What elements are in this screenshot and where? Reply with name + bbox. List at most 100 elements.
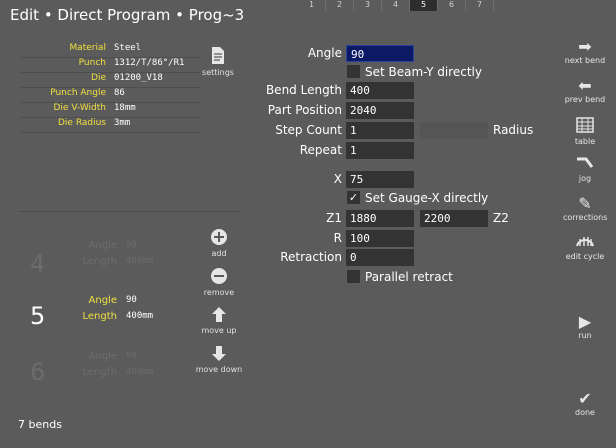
param-value: 86: [114, 88, 125, 98]
repeat-label: Repeat: [299, 143, 342, 157]
cycle-icon: [563, 234, 607, 252]
step-count-label: Step Count: [275, 123, 342, 137]
retraction-label: Retraction: [280, 250, 342, 264]
param-value: Steel: [114, 43, 142, 53]
radius-field: [420, 122, 488, 139]
bend-length-label: Bend Length: [265, 83, 342, 97]
param-die-radius: Die Radius 3mm: [20, 117, 200, 133]
table-button[interactable]: table: [563, 117, 607, 146]
tab-2[interactable]: 2: [326, 0, 354, 11]
param-punch-angle: Punch Angle 86: [20, 87, 200, 103]
run-button[interactable]: ▶ run: [563, 312, 607, 341]
param-label: Die: [91, 73, 106, 83]
param-material: Material Steel: [20, 42, 200, 58]
settings-button[interactable]: settings: [200, 46, 236, 77]
minus-circle-icon: [211, 268, 227, 284]
part-position-field[interactable]: 2040: [346, 102, 414, 119]
plus-circle-icon: [211, 229, 227, 245]
step-number: 4: [30, 250, 46, 278]
step-item-5[interactable]: 5 Angle 90 Length 400mm: [20, 292, 200, 342]
step-angle-label: Angle: [88, 240, 117, 251]
prev-bend-button[interactable]: ⬅ prev bend: [563, 76, 607, 105]
tool-params: Material Steel Punch 1312/T/86°/R1 Die 0120…: [20, 42, 200, 134]
param-value: 01200_V18: [114, 73, 163, 83]
pencil-icon: ✎: [578, 194, 592, 213]
step-angle-label: Angle: [88, 351, 117, 362]
step-number: 5: [30, 302, 46, 330]
divider: [20, 211, 240, 212]
param-value: 18mm: [114, 103, 136, 113]
tab-7[interactable]: 7: [466, 0, 494, 11]
r-field[interactable]: 100: [346, 230, 414, 247]
step-angle-label: Angle: [88, 295, 117, 306]
step-item-6[interactable]: 6 Angle 90 Length 400mm: [20, 348, 200, 398]
step-length-label: Length: [82, 311, 118, 322]
param-label: Punch: [78, 58, 106, 68]
edit-cycle-button[interactable]: edit cycle: [563, 234, 607, 261]
play-icon: ▶: [578, 312, 592, 331]
tab-1[interactable]: 1: [298, 0, 326, 11]
tab-3[interactable]: 3: [354, 0, 382, 11]
bends-count: 7 bends: [18, 418, 62, 431]
settings-label: settings: [202, 68, 234, 77]
move-up-button[interactable]: move up: [196, 306, 242, 335]
param-label: Die Radius: [57, 118, 106, 128]
x-label: X: [333, 172, 342, 186]
param-value: 1312/T/86°/R1: [114, 58, 185, 68]
step-length-value: 400mm: [126, 367, 154, 377]
parallel-retract-checkbox[interactable]: [347, 270, 360, 283]
move-down-button[interactable]: move down: [193, 345, 245, 374]
tab-5[interactable]: 5: [410, 0, 438, 11]
move-up-label: move up: [201, 326, 237, 335]
step-length-label: Length: [82, 367, 118, 378]
z2-label: Z2: [493, 211, 509, 225]
move-down-label: move down: [195, 365, 243, 374]
angle-field[interactable]: 90: [346, 45, 414, 62]
step-angle-value: 90: [126, 351, 137, 361]
bend-tabs: 1 2 3 4 5 6 7: [298, 0, 494, 11]
add-step-button[interactable]: add: [196, 228, 242, 258]
param-label: Material: [69, 43, 106, 53]
step-count-field[interactable]: 1: [346, 122, 414, 139]
corrections-button[interactable]: ✎ corrections: [563, 194, 608, 223]
r-label: R: [333, 231, 342, 245]
set-gauge-checkbox[interactable]: ✓: [347, 191, 360, 204]
step-angle-value: 90: [126, 295, 137, 305]
document-icon: [212, 47, 224, 64]
param-punch: Punch 1312/T/86°/R1: [20, 57, 200, 73]
done-label: done: [575, 408, 595, 417]
tab-4[interactable]: 4: [382, 0, 410, 11]
step-item-4[interactable]: 4 Angle 90 Length 400mm: [20, 236, 200, 286]
done-button[interactable]: ✔ done: [563, 390, 607, 418]
set-beam-label: Set Beam-Y directly: [365, 65, 482, 79]
remove-step-button[interactable]: remove: [196, 267, 242, 297]
part-position-label: Part Position: [267, 103, 342, 117]
jog-button[interactable]: jog: [563, 156, 607, 183]
step-length-value: 400mm: [126, 311, 154, 321]
next-bend-button[interactable]: ➡ next bend: [563, 38, 607, 66]
table-label: table: [574, 137, 596, 146]
x-field[interactable]: 75: [346, 171, 414, 188]
corrections-label: corrections: [563, 213, 608, 222]
param-die: Die 01200_V18: [20, 72, 200, 88]
radius-label: Radius: [493, 123, 534, 137]
prev-bend-label: prev bend: [564, 95, 606, 104]
retraction-field[interactable]: 0: [346, 249, 414, 266]
remove-label: remove: [203, 288, 235, 297]
z2-field[interactable]: 2200: [420, 210, 488, 227]
tab-6[interactable]: 6: [438, 0, 466, 11]
add-label: add: [211, 249, 227, 258]
arrow-left-icon: ⬅: [578, 76, 592, 95]
step-length-value: 400mm: [126, 256, 154, 266]
step-angle-value: 90: [126, 240, 137, 250]
edit-cycle-label: edit cycle: [565, 252, 605, 261]
param-label: Die V-Width: [53, 103, 107, 113]
page-title: Edit • Direct Program • Prog~3: [10, 6, 245, 24]
set-beam-checkbox[interactable]: [347, 65, 360, 78]
bend-length-field[interactable]: 400: [346, 82, 414, 99]
z1-label: Z1: [326, 211, 342, 225]
angle-label: Angle: [307, 46, 342, 60]
repeat-field[interactable]: 1: [346, 142, 414, 159]
z1-field[interactable]: 1880: [346, 210, 414, 227]
step-length-label: Length: [82, 256, 118, 267]
